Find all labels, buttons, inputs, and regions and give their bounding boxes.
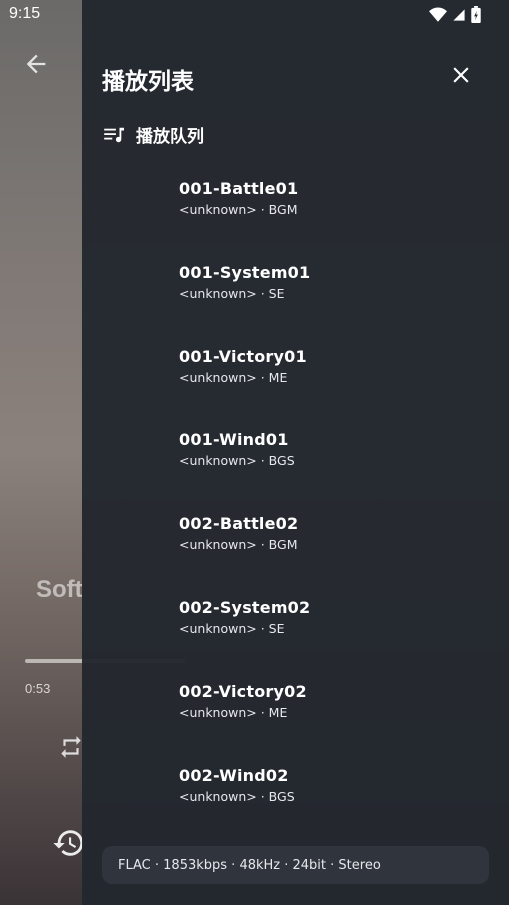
- history-icon[interactable]: [52, 826, 86, 860]
- list-item[interactable]: 001-Wind01 <unknown> · BGS: [82, 419, 509, 503]
- track-title: 002-System02: [179, 597, 311, 617]
- repeat-icon[interactable]: [58, 734, 84, 760]
- track-subtitle: <unknown> · BGM: [179, 202, 298, 217]
- back-arrow-icon[interactable]: [22, 50, 50, 78]
- status-icons: [429, 6, 481, 23]
- cellular-signal-icon: [453, 8, 465, 21]
- list-item[interactable]: 002-Battle02 <unknown> · BGM: [82, 503, 509, 587]
- queue-label: 播放队列: [136, 127, 204, 147]
- queue-header: 播放队列: [104, 122, 204, 147]
- list-item[interactable]: 001-Battle01 <unknown> · BGM: [82, 168, 509, 252]
- list-item[interactable]: 002-Victory02 <unknown> · ME: [82, 671, 509, 755]
- playlist-drawer: 播放列表 播放队列 001-Battle01 <unknown> · BGM 0…: [82, 0, 509, 905]
- track-subtitle: <unknown> · BGS: [179, 788, 295, 804]
- status-bar: 9:15: [0, 0, 509, 28]
- list-item[interactable]: 001-System01 <unknown> · SE: [82, 252, 509, 336]
- track-subtitle: <unknown> · ME: [179, 369, 288, 385]
- list-item[interactable]: 001-Victory01 <unknown> · ME: [82, 336, 509, 420]
- status-time: 9:15: [9, 5, 41, 22]
- track-title: 001-System01: [179, 262, 311, 282]
- track-title: 001-Victory01: [179, 346, 307, 366]
- wifi-icon: [429, 7, 447, 22]
- track-title: 002-Wind02: [179, 765, 289, 785]
- elapsed-time: 0:53: [25, 681, 51, 696]
- track-list: 001-Battle01 <unknown> · BGM 001-System0…: [82, 168, 509, 838]
- track-title: 002-Victory02: [179, 681, 307, 701]
- track-subtitle: <unknown> · BGS: [179, 453, 295, 469]
- track-subtitle: <unknown> · ME: [179, 704, 288, 720]
- track-title: 002-Battle02: [179, 514, 299, 534]
- close-icon[interactable]: [448, 62, 474, 88]
- list-item[interactable]: 002-System02 <unknown> · SE: [82, 587, 509, 671]
- audio-format-info: FLAC · 1853kbps · 48kHz · 24bit · Stereo: [102, 846, 489, 884]
- track-title: 001-Wind01: [179, 430, 289, 450]
- queue-music-icon: [104, 127, 124, 142]
- battery-charging-icon: [471, 6, 481, 23]
- track-subtitle: <unknown> · BGM: [179, 537, 298, 553]
- now-playing-title: Soft: [36, 576, 83, 603]
- track-subtitle: <unknown> · SE: [179, 620, 285, 636]
- list-item[interactable]: 002-Wind02 <unknown> · BGS: [82, 755, 509, 839]
- drawer-title: 播放列表: [102, 69, 194, 95]
- track-title: 001-Battle01: [179, 179, 299, 198]
- track-subtitle: <unknown> · SE: [179, 285, 285, 301]
